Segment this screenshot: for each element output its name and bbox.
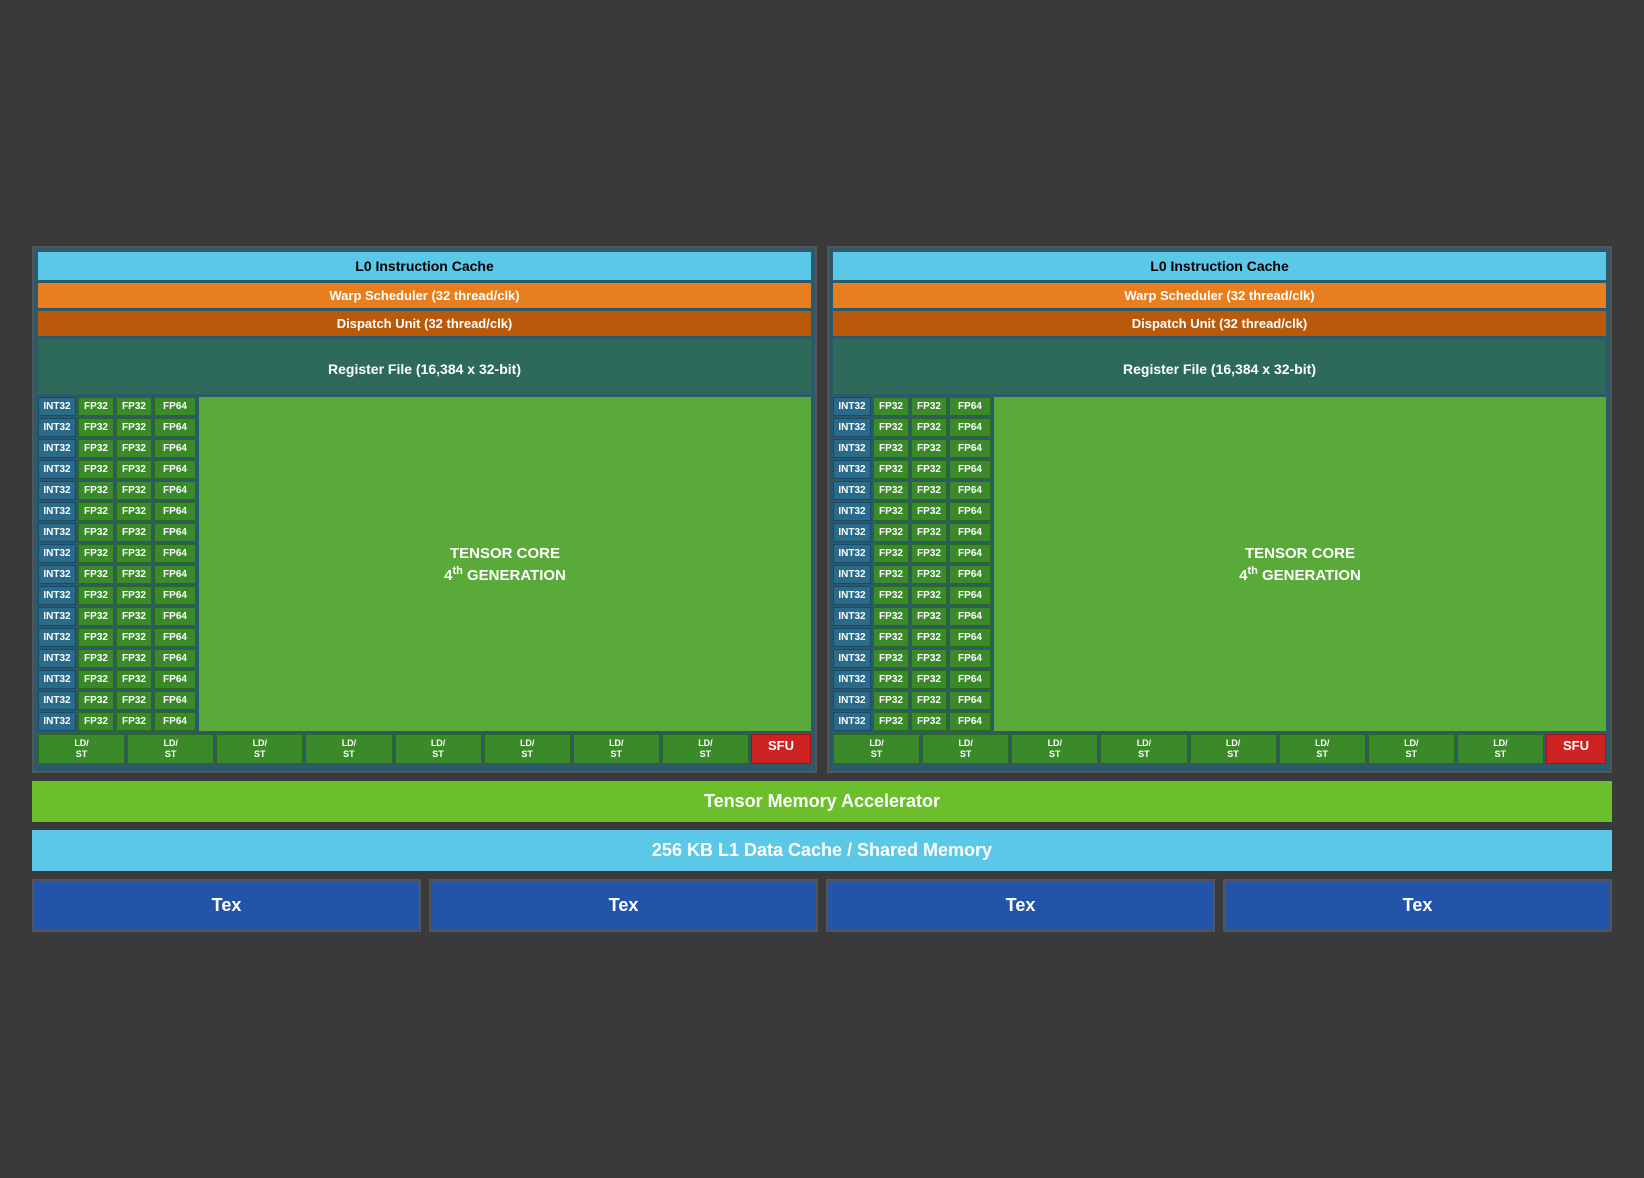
tensor-core-left: TENSOR CORE 4th GENERATION [199, 397, 811, 731]
l0-cache-right: L0 Instruction Cache [833, 252, 1606, 280]
tensor-core-right: TENSOR CORE 4th GENERATION [994, 397, 1606, 731]
warp-scheduler-left: Warp Scheduler (32 thread/clk) [38, 283, 811, 308]
tex-row: Tex Tex Tex Tex [32, 879, 1612, 932]
tex-box-1: Tex [429, 879, 818, 932]
l0-cache-left: L0 Instruction Cache [38, 252, 811, 280]
tex-box-3: Tex [1223, 879, 1612, 932]
tex-box-2: Tex [826, 879, 1215, 932]
ldst-row-right: LD/ST LD/ST LD/ST LD/ST LD/ST LD/ST LD/S… [833, 734, 1606, 764]
register-file-right: Register File (16,384 x 32-bit) [833, 339, 1606, 394]
gpu-diagram: L0 Instruction Cache Warp Scheduler (32 … [22, 236, 1622, 942]
tensor-core-label-left: TENSOR CORE 4th GENERATION [444, 543, 566, 586]
sm-pair: L0 Instruction Cache Warp Scheduler (32 … [32, 246, 1612, 773]
int-fp-grid-left: INT32FP32FP32FP64 INT32FP32FP32FP64 INT3… [38, 397, 196, 731]
ldst-row-left: LD/ST LD/ST LD/ST LD/ST LD/ST LD/ST LD/S… [38, 734, 811, 764]
tensor-core-label-right: TENSOR CORE 4th GENERATION [1239, 543, 1361, 586]
l1-cache-bar: 256 KB L1 Data Cache / Shared Memory [32, 830, 1612, 871]
execution-area-right: INT32FP32FP32FP64 INT32FP32FP32FP64 INT3… [833, 397, 1606, 731]
dispatch-unit-left: Dispatch Unit (32 thread/clk) [38, 311, 811, 336]
tex-box-0: Tex [32, 879, 421, 932]
warp-scheduler-right: Warp Scheduler (32 thread/clk) [833, 283, 1606, 308]
sfu-left: SFU [751, 734, 811, 764]
execution-area-left: INT32FP32FP32FP64 INT32FP32FP32FP64 INT3… [38, 397, 811, 731]
dispatch-unit-right: Dispatch Unit (32 thread/clk) [833, 311, 1606, 336]
sm-block-left: L0 Instruction Cache Warp Scheduler (32 … [32, 246, 817, 773]
tma-bar: Tensor Memory Accelerator [32, 781, 1612, 822]
sfu-right: SFU [1546, 734, 1606, 764]
int-fp-grid-right: INT32FP32FP32FP64 INT32FP32FP32FP64 INT3… [833, 397, 991, 731]
sm-block-right: L0 Instruction Cache Warp Scheduler (32 … [827, 246, 1612, 773]
register-file-left: Register File (16,384 x 32-bit) [38, 339, 811, 394]
